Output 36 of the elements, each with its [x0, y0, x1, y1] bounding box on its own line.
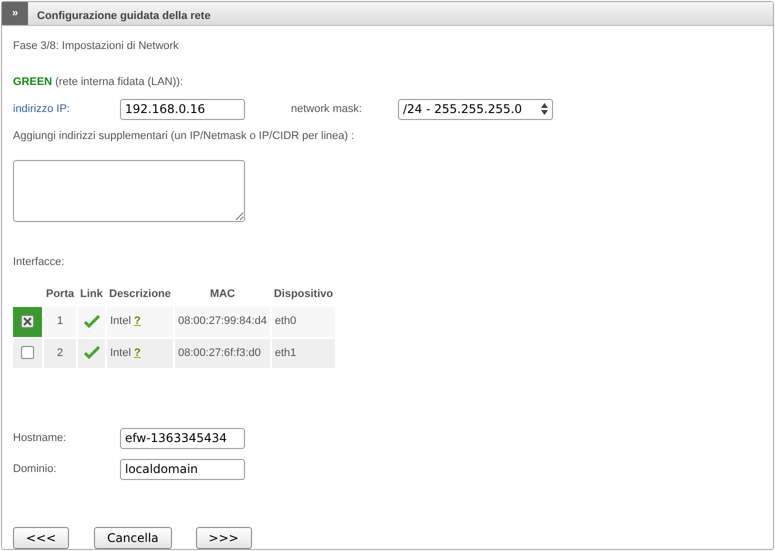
extra-addresses-field[interactable] [13, 160, 245, 222]
column-header: Link [80, 288, 103, 300]
spinner-icon [541, 103, 548, 115]
ip-label: indirizzo IP: [13, 102, 71, 117]
panel-title: Configurazione guidata della rete [36, 9, 211, 24]
domain-field[interactable]: localdomain [120, 458, 245, 480]
help-link[interactable]: ? [134, 315, 141, 328]
step-text: Fase 3/8: Impostazioni di Network [13, 38, 180, 54]
netmask-select[interactable]: /24 - 255.255.255.0 [398, 98, 553, 120]
column-header: Porta [46, 288, 74, 300]
column-header: MAC [210, 288, 235, 300]
interfaces-label: Interfacce: [13, 255, 66, 270]
mac-cell: 08:00:27:6f:f3:d0 [178, 346, 261, 359]
port-cell: 1 [57, 315, 64, 328]
zone-name: GREEN [13, 76, 52, 88]
ip-field[interactable]: 192.168.0.16 [120, 98, 245, 120]
back-button[interactable]: <<< [13, 526, 70, 548]
column-header: Descrizione [109, 288, 171, 300]
netmask-label: network mask: [291, 102, 363, 117]
description-cell: Intel [110, 346, 131, 359]
mac-cell: 08:00:27:99:84:d4 [178, 315, 267, 328]
next-button[interactable]: >>> [196, 526, 252, 548]
zone-description: (rete interna fidata (LAN)): [55, 76, 183, 88]
cancel-button[interactable]: Cancella [94, 526, 172, 548]
device-cell: eth1 [274, 346, 296, 359]
collapse-button[interactable]: » [2, 2, 28, 24]
device-cell: eth0 [274, 315, 296, 328]
port-cell: 2 [57, 346, 64, 359]
interface-checkbox[interactable] [21, 346, 34, 360]
domain-label: Dominio: [13, 462, 58, 477]
description-cell: Intel [110, 315, 131, 328]
column-header: Dispositivo [274, 288, 334, 300]
hostname-field[interactable]: efw-1363345434 [120, 428, 245, 448]
hostname-label: Hostname: [13, 430, 68, 446]
interface-checkbox[interactable] [21, 314, 34, 328]
extra-addresses-label: Aggiungi indirizzi supplementari (un IP/Netmask o IP/CIDR per linea) : [13, 128, 356, 144]
